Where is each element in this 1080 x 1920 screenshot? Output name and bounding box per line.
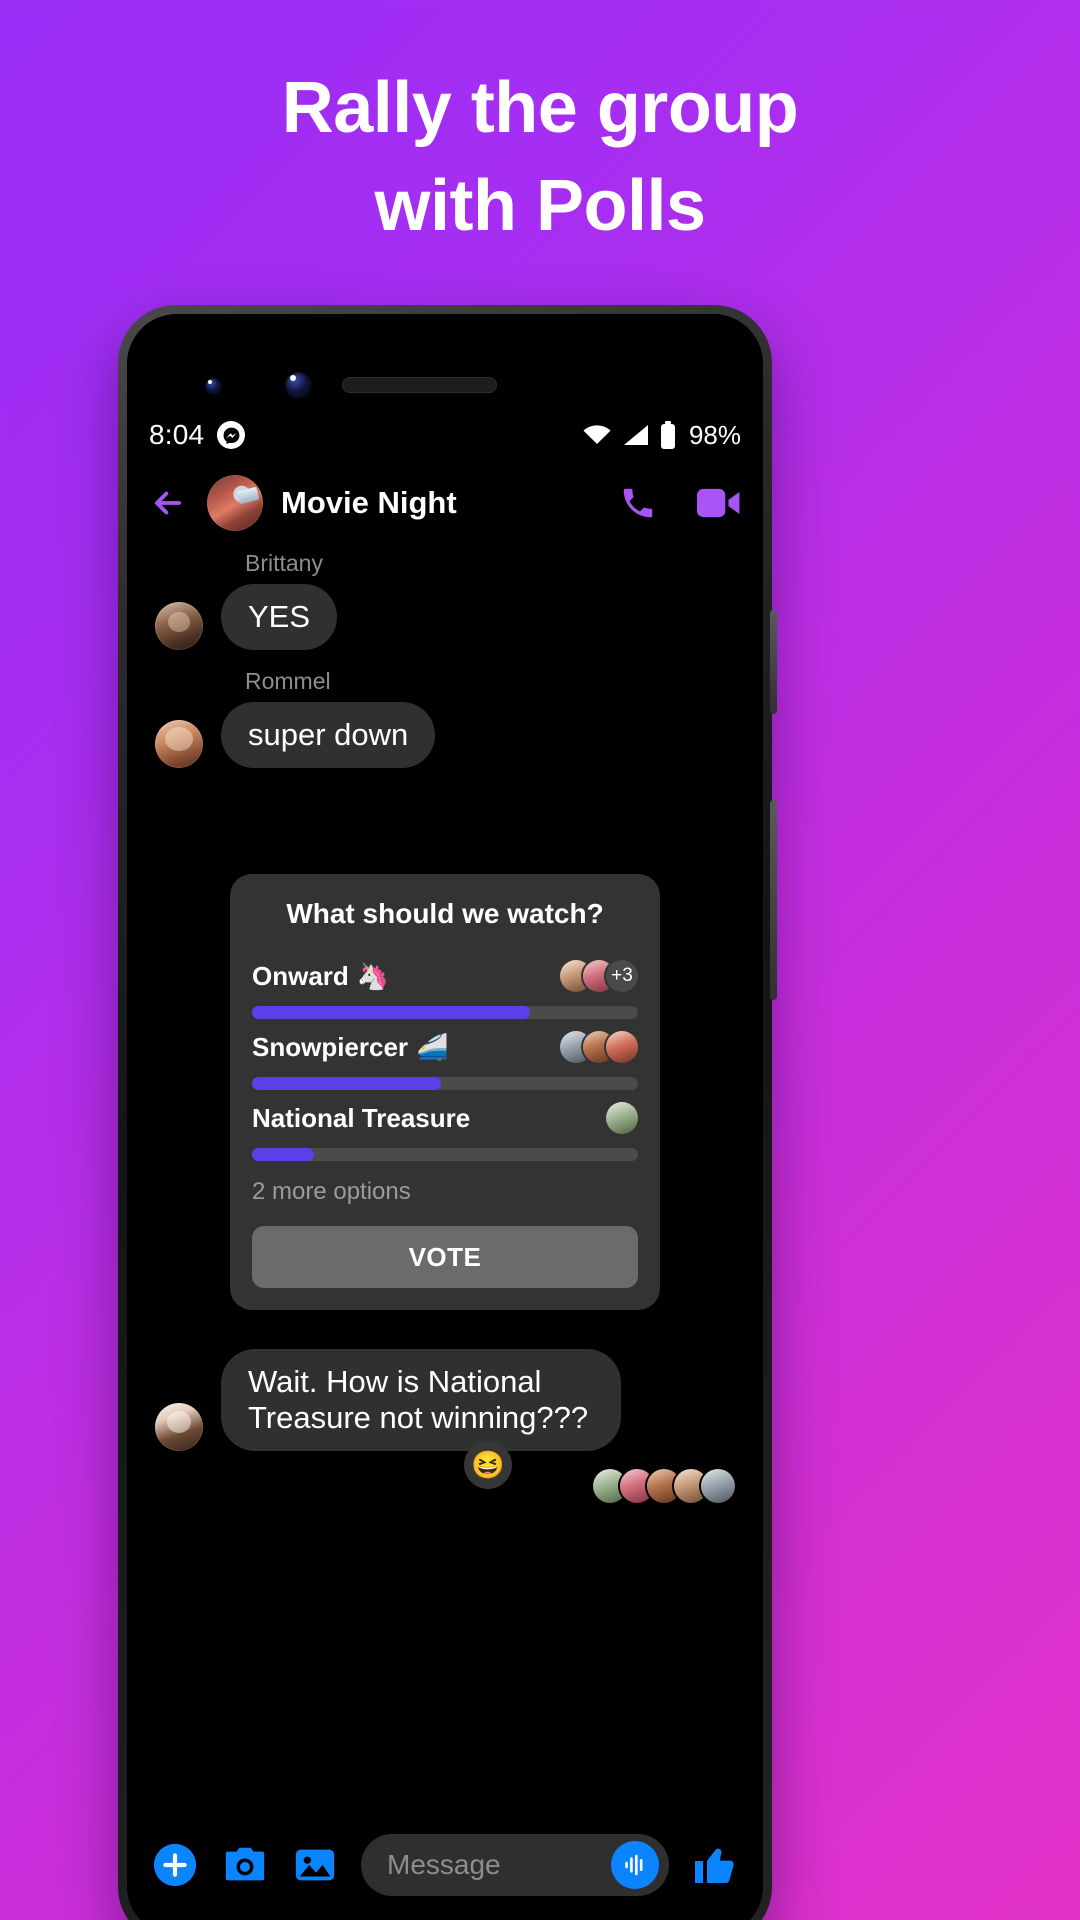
phone-icon[interactable] [619, 484, 657, 522]
poll-option-bar-fill [252, 1148, 314, 1161]
status-time: 8:04 [149, 419, 205, 450]
poll-option-bar-track [252, 1077, 638, 1090]
power-button[interactable] [770, 610, 777, 714]
group-avatar[interactable] [207, 475, 263, 531]
phone-mockup: 8:04 98% Movie Night Brittany YES Rommel… [118, 305, 777, 1920]
chat-header-actions [619, 484, 741, 522]
front-camera-icon [205, 378, 222, 395]
seen-by-row [593, 1469, 735, 1503]
poll-option-voters [560, 1031, 638, 1063]
poll-option-header: Onward 🦄 +3 [252, 957, 638, 995]
sender-name: Rommel [245, 668, 331, 694]
message-row: YES [127, 584, 763, 650]
voter-avatar [606, 1031, 638, 1063]
volume-button[interactable] [770, 800, 777, 1000]
voter-avatar [606, 1102, 638, 1134]
poll-option-label: National Treasure [252, 1102, 471, 1133]
messenger-app-screen: 8:04 98% Movie Night Brittany YES Rommel… [127, 314, 763, 1920]
vote-button[interactable]: VOTE [252, 1226, 638, 1288]
more-options-link[interactable]: 2 more options [252, 1178, 638, 1206]
phone-sensor-array [127, 352, 763, 412]
poll-option-bar-track [252, 1148, 638, 1161]
avatar[interactable] [155, 720, 203, 768]
message-row: super down [127, 702, 763, 768]
poll-option-2[interactable]: National Treasure [252, 1099, 638, 1161]
message-list: Brittany YES Rommel super down [127, 550, 763, 786]
chat-header: Movie Night [127, 466, 763, 540]
poll-option-voters: +3 [560, 960, 638, 992]
message-group-1: Rommel super down [127, 668, 763, 768]
thumbs-up-icon[interactable] [691, 1841, 739, 1889]
battery-percent: 98% [688, 419, 741, 450]
message-composer: Message [127, 1820, 763, 1910]
battery-icon [660, 421, 676, 449]
earpiece-speaker [342, 377, 497, 393]
poll-card[interactable]: What should we watch? Onward 🦄 +3 Snowpi… [230, 874, 660, 1310]
message-group-0: Brittany YES [127, 550, 763, 650]
phone-screen-frame: 8:04 98% Movie Night Brittany YES Rommel… [127, 314, 763, 1920]
headline-line-2: with Polls [374, 166, 706, 246]
message-placeholder: Message [387, 1849, 501, 1880]
back-arrow-icon[interactable] [149, 484, 187, 522]
chat-title: Movie Night [281, 485, 457, 520]
poll-container: What should we watch? Onward 🦄 +3 Snowpi… [127, 874, 763, 1310]
message-bubble[interactable]: super down [221, 702, 436, 768]
poll-title: What should we watch? [286, 898, 604, 929]
camera-icon[interactable] [221, 1841, 269, 1889]
seen-avatar [701, 1469, 735, 1503]
poll-option-label: Snowpiercer [252, 1031, 409, 1062]
poll-option-0[interactable]: Onward 🦄 +3 [252, 957, 638, 1019]
messenger-icon [217, 421, 246, 449]
microphone-icon[interactable] [611, 1841, 659, 1889]
headline-line-1: Rally the group [281, 68, 799, 148]
message-row: Wait. How is National Treasure not winni… [127, 1349, 763, 1451]
message-bubble[interactable]: YES [221, 584, 338, 650]
status-bar-right: 98% [582, 420, 741, 451]
poll-option-header: National Treasure [252, 1099, 638, 1137]
plus-circle-icon[interactable] [151, 1841, 199, 1889]
reaction-badge[interactable]: 😆 [464, 1441, 512, 1489]
unicorn-icon: 🦄 [356, 960, 390, 991]
poll-option-bar-fill [252, 1006, 530, 1019]
poll-option-voters [606, 1102, 638, 1134]
image-icon[interactable] [291, 1841, 339, 1889]
avatar[interactable] [155, 602, 203, 650]
train-icon: 🚄 [416, 1031, 449, 1062]
avatar[interactable] [155, 1403, 203, 1451]
poll-option-1[interactable]: Snowpiercer 🚄 [252, 1028, 638, 1090]
poll-option-bar-track [252, 1006, 638, 1019]
message-input[interactable]: Message [361, 1834, 669, 1896]
status-bar-left: 8:04 [149, 419, 246, 451]
promo-headline: Rally the group with Polls [0, 72, 1080, 242]
wifi-icon [582, 423, 612, 447]
poll-option-header: Snowpiercer 🚄 [252, 1028, 638, 1066]
poll-option-label: Onward [252, 960, 349, 991]
poll-option-bar-fill [252, 1077, 442, 1090]
sender-name: Brittany [245, 550, 323, 576]
video-camera-icon[interactable] [697, 487, 741, 519]
voter-overflow-count: +3 [606, 960, 638, 992]
message-bubble[interactable]: Wait. How is National Treasure not winni… [221, 1349, 621, 1451]
front-camera-wide-icon [285, 372, 312, 399]
cellular-signal-icon [622, 423, 650, 447]
bottom-message-group: Wait. How is National Treasure not winni… [127, 1349, 763, 1489]
status-bar: 8:04 98% [127, 412, 763, 458]
